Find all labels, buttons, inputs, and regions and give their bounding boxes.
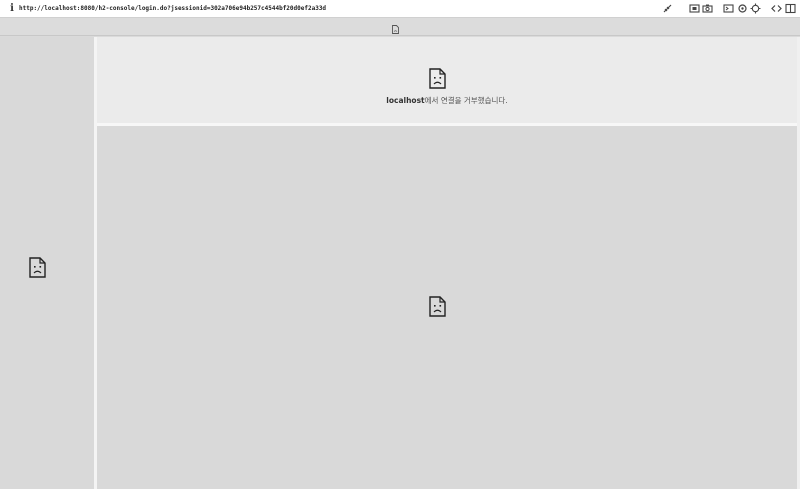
top-frame [97,37,797,123]
sad-document-icon [429,68,446,89]
sad-document-icon [429,296,446,317]
console-icon[interactable] [723,3,734,14]
code-icon[interactable] [771,3,782,14]
main-frame [97,126,797,489]
document-strip [0,18,800,36]
address-bar-url[interactable]: http://localhost:8080/h2-console/login.d… [19,3,326,15]
left-frame [0,37,94,489]
info-icon[interactable]: i [8,3,16,15]
browser-toolbar: i http://localhost:8080/h2-console/login… [0,0,800,18]
camera-icon[interactable] [702,3,713,14]
screenshot-icon[interactable] [689,3,700,14]
ruler-icon[interactable] [662,3,673,14]
error-text: 에서 연결을 거부했습니다. [424,96,508,105]
connection-refused-message: localhost에서 연결을 거부했습니다. [97,95,797,107]
sidebar-icon[interactable] [785,3,796,14]
sad-document-icon [29,257,46,278]
document-icon [392,25,399,34]
responsive-icon[interactable] [750,3,761,14]
error-host: localhost [386,96,425,105]
settings-icon[interactable] [737,3,748,14]
